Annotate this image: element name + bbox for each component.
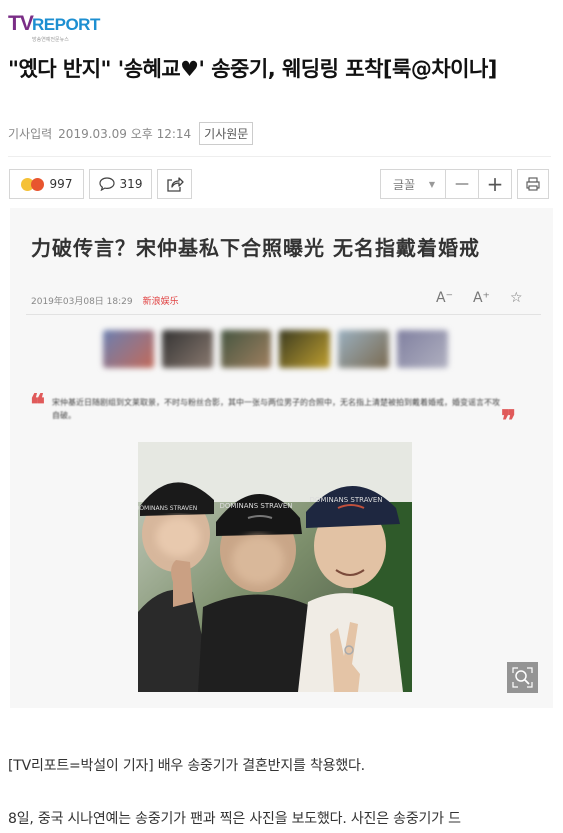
thumbnail bbox=[338, 330, 390, 368]
comment-bubble-icon bbox=[98, 177, 115, 191]
embed-tools: A⁻ A⁺ ☆ bbox=[436, 290, 523, 306]
embed-quote: 宋仲基近日随剧组到文莱取景，不时与粉丝合影，其中一张与两位男子的合照中，无名指上… bbox=[52, 398, 500, 420]
article-meta: 기사입력 2019.03.09 오후 12:14 기사원문 bbox=[8, 122, 254, 145]
logo-tv-text: TV bbox=[8, 12, 34, 35]
tv-report-logo[interactable]: TV REPORT 방송연예전문뉴스 bbox=[8, 12, 108, 44]
font-label: 글꼴 bbox=[393, 177, 416, 192]
angry-emoji-icon bbox=[30, 177, 44, 191]
font-decrease-button[interactable]: — bbox=[445, 169, 479, 199]
thumbnail bbox=[103, 330, 154, 368]
quote-open-icon: ❝ bbox=[30, 388, 46, 421]
font-smaller-icon: A⁻ bbox=[436, 290, 453, 306]
blurred-thumbnail-strip bbox=[103, 330, 448, 370]
font-select[interactable]: 글꼴 ▼ bbox=[380, 169, 446, 199]
logo-report-text: REPORT bbox=[32, 15, 100, 34]
celebrity-photo: DOMINANS STRAVEN DOMINANS STRAVEN DOMINANS… bbox=[138, 442, 412, 692]
reaction-count: 997 bbox=[49, 177, 73, 191]
embed-divider bbox=[26, 314, 541, 315]
plus-icon: + bbox=[486, 172, 504, 196]
thumbnail bbox=[220, 330, 272, 368]
share-icon bbox=[166, 176, 184, 192]
thumbnail bbox=[161, 330, 213, 368]
quote-close-icon: ❞ bbox=[501, 404, 517, 437]
print-icon bbox=[526, 177, 540, 191]
body-paragraph-1: [TV리포트=박설이 기자] 배우 송중기가 결혼반지를 착용했다. bbox=[8, 758, 365, 774]
zoom-button[interactable] bbox=[507, 662, 538, 693]
original-article-button[interactable]: 기사원문 bbox=[199, 122, 254, 145]
cap-brand-text: DOMINANS STRAVEN bbox=[309, 496, 382, 504]
article-date: 2019.03.09 오후 12:14 bbox=[58, 127, 192, 141]
input-label: 기사입력 bbox=[8, 127, 53, 141]
article-headline: "옜다 반지" '송혜교♥' 송중기, 웨딩링 포착[룩@차이나] bbox=[8, 57, 497, 81]
embed-date: 2019年03月08日 18:29 bbox=[31, 297, 133, 307]
cap-brand-text: DOMINANS STRAVEN bbox=[219, 502, 292, 510]
font-larger-icon: A⁺ bbox=[472, 290, 490, 306]
header-divider bbox=[8, 156, 551, 157]
embed-meta: 2019年03月08日 18:29 新浪娱乐 bbox=[31, 294, 179, 307]
font-increase-button[interactable]: + bbox=[478, 169, 512, 199]
minus-icon: — bbox=[455, 176, 469, 192]
embed-title: 力破传言？宋仲基私下合照曝光 无名指戴着婚戒 bbox=[31, 236, 480, 260]
star-icon: ☆ bbox=[509, 290, 523, 306]
reaction-button[interactable]: 997 bbox=[9, 169, 84, 199]
thumbnail bbox=[397, 330, 448, 368]
embed-source: 新浪娱乐 bbox=[142, 297, 179, 307]
embedded-article-image: 力破传言？宋仲基私下合照曝光 无名指戴着婚戒 2019年03月08日 18:29… bbox=[10, 208, 553, 708]
chevron-down-icon: ▼ bbox=[428, 180, 435, 189]
body-paragraph-2: 8일, 중국 시나연예는 송중기가 팬과 찍은 사진을 보도했다. 사진은 송중… bbox=[8, 811, 461, 827]
magnifier-icon bbox=[507, 662, 538, 697]
cap-brand-text: DOMINANS STRAVEN bbox=[138, 505, 197, 512]
comment-count: 319 bbox=[119, 177, 143, 191]
print-button[interactable] bbox=[517, 169, 549, 199]
thumbnail bbox=[279, 330, 331, 368]
share-button[interactable] bbox=[157, 169, 192, 199]
comment-button[interactable]: 319 bbox=[89, 169, 152, 199]
logo-subtitle: 방송연예전문뉴스 bbox=[32, 37, 69, 43]
